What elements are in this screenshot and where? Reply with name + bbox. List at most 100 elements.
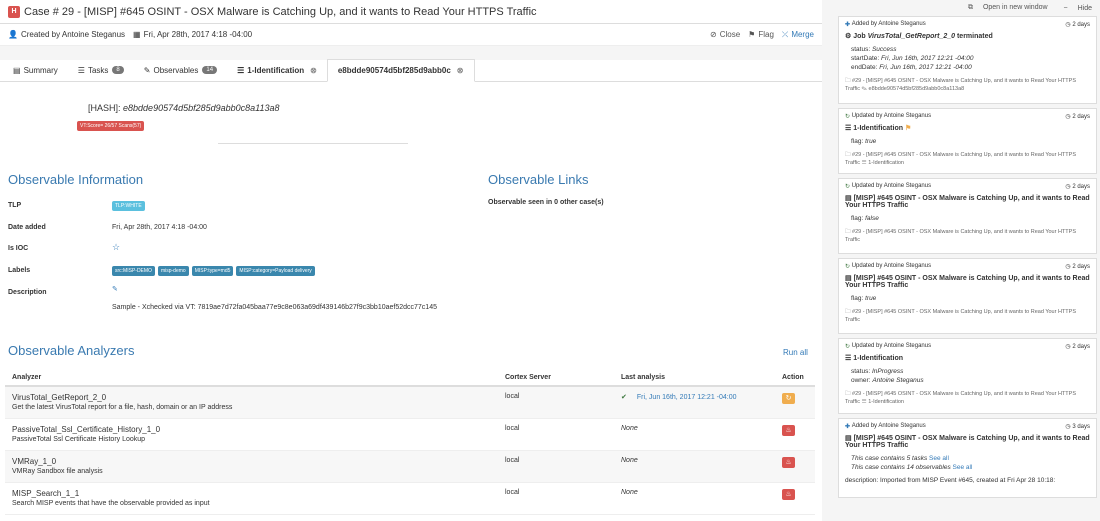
pencil-icon[interactable]: ✎	[112, 286, 118, 293]
last-analysis: None	[621, 425, 638, 432]
fire-icon: ♨	[785, 491, 792, 498]
field-value: true	[865, 295, 877, 302]
run-analyzer-button[interactable]: ♨	[782, 425, 795, 436]
tasks-count: 8	[112, 66, 124, 74]
tab-identification[interactable]: ☰ 1-Identification ⊗	[227, 59, 327, 81]
ioc-toggle[interactable]: ☆	[112, 242, 120, 253]
col-action: Action	[782, 374, 804, 381]
observable-links-text: Observable seen in 0 other case(s)	[488, 199, 604, 206]
tab-observables[interactable]: ✎ Observables 14	[134, 59, 227, 81]
gear-icon: ⚙	[845, 33, 854, 40]
activity-title: ⚙ Job VirusTotal_GetReport_2_0 terminate…	[845, 32, 1090, 40]
last-analysis: None	[621, 457, 638, 464]
case-link[interactable]: #29 - [MISP] #645 OSINT - OSX Malware is…	[845, 78, 1076, 92]
activity-meta: Updated by Antoine Steganus	[851, 113, 932, 119]
refresh-icon: ↻	[845, 264, 852, 270]
title-text: [MISP] #645 OSINT - OSX Malware is Catch…	[845, 195, 1090, 209]
vt-score-badge[interactable]: VT:Score= 26/57 Scans(57)	[77, 121, 145, 131]
minus-icon: −	[1063, 4, 1068, 12]
table-header: Analyzer Cortex Server Last analysis Act…	[5, 370, 815, 387]
activity-time: 3 days	[1072, 424, 1090, 430]
calendar-icon: ▦	[133, 30, 141, 39]
close-circle-icon: ⊘	[710, 30, 717, 39]
check-icon: ✔	[621, 394, 627, 401]
folder-icon: 🗀	[845, 229, 853, 235]
activity-time: 2 days	[1072, 264, 1090, 270]
tasks-icon: ☰	[77, 65, 85, 75]
hash-label: [HASH]:	[88, 103, 121, 113]
table-row: VMRay_1_0 VMRay Sandbox file analysis loc…	[5, 451, 815, 483]
tlp-value: TLP:WHITE	[112, 201, 148, 211]
folder-icon: 🗀	[845, 391, 853, 397]
field-value: Antoine Steganus	[872, 377, 924, 384]
edit-description-icon[interactable]: ✎	[112, 285, 118, 293]
folder-icon: 🗀	[845, 78, 853, 84]
merge-button[interactable]: ⤫ Merge	[782, 30, 814, 40]
activity-time: 2 days	[1072, 22, 1090, 28]
tasks-icon: ☰	[845, 125, 854, 132]
field-key: owner:	[851, 377, 873, 384]
run-analyzer-button[interactable]: ♨	[782, 489, 795, 500]
main-panel: H Case # 29 - [MISP] #645 OSINT - OSX Ma…	[0, 0, 822, 521]
tab-label: e8bdde90574d5bf285d9abb0c	[337, 66, 451, 75]
description-value: Sample - Xchecked via VT: 7819ae7d72fa04…	[112, 304, 437, 311]
refresh-icon: ↻	[845, 114, 852, 120]
refresh-icon: ↻	[845, 344, 852, 350]
activity-meta: Updated by Antoine Steganus	[851, 343, 932, 349]
tab-tasks[interactable]: ☰ Tasks 8	[68, 59, 134, 81]
tlp-label: TLP	[8, 202, 22, 209]
created-date: ▦ Fri, Apr 28th, 2017 4:18 -04:00	[133, 30, 252, 39]
plus-icon: ✚	[845, 22, 852, 28]
label-tag: MISP:type=md5	[191, 266, 234, 276]
field-value: InProgress	[871, 368, 904, 375]
tasks-count-text: This case contains 5 tasks	[851, 455, 928, 462]
activity-meta: Updated by Antoine Steganus	[851, 263, 932, 269]
star-icon[interactable]: ☆	[112, 242, 120, 252]
last-analysis-link[interactable]: Fri, Jun 16th, 2017 12:21 -04:00	[637, 394, 737, 401]
hide-sidebar-link[interactable]: − Hide	[1056, 5, 1092, 12]
activity-time: 2 days	[1072, 344, 1090, 350]
date-added-label: Date added	[8, 224, 46, 231]
case-link[interactable]: #29 - [MISP] #645 OSINT - OSX Malware is…	[845, 229, 1076, 243]
case-link[interactable]: #29 - [MISP] #645 OSINT - OSX Malware is…	[845, 152, 1076, 166]
observables-count-text: This case contains 14 observables	[851, 464, 951, 471]
field-key: endDate:	[851, 64, 880, 71]
see-all-tasks-link[interactable]: See all	[929, 455, 949, 462]
field-key: status:	[851, 368, 872, 375]
plus-icon: ✚	[845, 424, 852, 430]
hide-label: Hide	[1077, 4, 1092, 12]
title-suffix: terminated	[955, 33, 993, 40]
case-link[interactable]: #29 - [MISP] #645 OSINT - OSX Malware is…	[845, 309, 1076, 323]
run-analyzer-button[interactable]: ♨	[782, 457, 795, 468]
divider	[218, 143, 408, 144]
case-link[interactable]: #29 - [MISP] #645 OSINT - OSX Malware is…	[845, 391, 1076, 405]
table-row: PassiveTotal_Ssl_Certificate_History_1_0…	[5, 419, 815, 451]
ioc-label: Is IOC	[8, 245, 29, 252]
run-all-button[interactable]: Run all	[783, 348, 808, 357]
activity-card: ↻ Updated by Antoine Steganus ◷ 2 days ☰ …	[838, 338, 1097, 414]
flag-icon: ⚑	[904, 125, 912, 132]
see-all-observables-link[interactable]: See all	[953, 464, 973, 471]
analyzer-name: PassiveTotal_Ssl_Certificate_History_1_0	[12, 425, 161, 434]
close-case-button[interactable]: ⊘ Close	[710, 30, 740, 40]
cortex-server: local	[505, 393, 520, 400]
flag-button[interactable]: ⚑ Flag	[748, 30, 774, 40]
tab-summary[interactable]: ▤ Summary	[3, 59, 68, 81]
cortex-server: local	[505, 457, 520, 464]
created-by-text: Created by Antoine Steganus	[20, 30, 126, 39]
close-tab-icon[interactable]: ⊗	[310, 66, 317, 75]
activity-title: ▤ [MISP] #645 OSINT - OSX Malware is Cat…	[845, 194, 1090, 209]
tab-observable-hash[interactable]: e8bdde90574d5bf285d9abb0c ⊗	[326, 59, 475, 82]
labels-list: src:MISP-DEMO misp-demo MISP:type=md5 MISP:…	[112, 266, 318, 276]
rerun-button[interactable]: ↻	[782, 393, 795, 404]
open-new-window-link[interactable]: ⧉ Open in new window	[960, 4, 1048, 12]
activity-title: ☰ 1-Identification	[845, 354, 1090, 362]
title-text: 1-Identification	[853, 355, 904, 362]
field-key: startDate:	[851, 55, 881, 62]
close-tab-icon[interactable]: ⊗	[457, 66, 464, 75]
labels-label: Labels	[8, 267, 31, 274]
fire-icon: ♨	[785, 427, 792, 434]
briefcase-icon: ▤	[845, 435, 854, 442]
severity-badge: H	[8, 5, 20, 18]
label-tag: MISP:category=Payload delivery	[236, 266, 315, 276]
